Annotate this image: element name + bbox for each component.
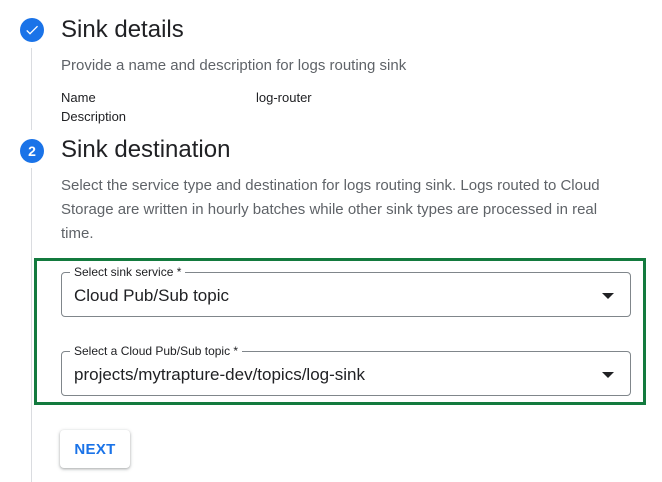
pubsub-topic-select[interactable]: Select a Cloud Pub/Sub topic * projects/…: [61, 344, 631, 396]
step-2-description-line-2: Storage are written in hourly batches wh…: [61, 201, 598, 218]
pubsub-topic-label: Select a Cloud Pub/Sub topic *: [70, 344, 243, 358]
step-2-description-line-1: Select the service type and destination …: [61, 177, 600, 194]
step-1-description: Provide a name and description for logs …: [61, 57, 407, 74]
check-icon: [26, 25, 38, 35]
next-button[interactable]: NEXT: [60, 430, 130, 468]
sink-service-label: Select sink service *: [70, 265, 186, 279]
step-connector-line-2: [31, 168, 32, 482]
step-connector-line-1: [31, 48, 32, 130]
step-1-title: Sink details: [61, 16, 184, 43]
step-2-number-badge: 2: [20, 139, 44, 163]
sink-service-value: Cloud Pub/Sub topic: [74, 286, 229, 305]
dropdown-arrow-icon[interactable]: [602, 293, 614, 299]
pubsub-topic-value: projects/mytrapture-dev/topics/log-sink: [74, 365, 366, 384]
name-value: log-router: [256, 90, 312, 105]
dropdown-arrow-icon[interactable]: [602, 372, 614, 378]
step-2-title: Sink destination: [61, 136, 231, 163]
sink-service-select[interactable]: Select sink service * Cloud Pub/Sub topi…: [61, 265, 631, 317]
step-2-description-line-3: time.: [61, 225, 94, 242]
description-key: Description: [61, 109, 127, 124]
name-key: Name: [61, 90, 96, 105]
step-1-complete-badge: [20, 18, 44, 42]
step-2-description: Select the service type and destination …: [61, 174, 646, 246]
